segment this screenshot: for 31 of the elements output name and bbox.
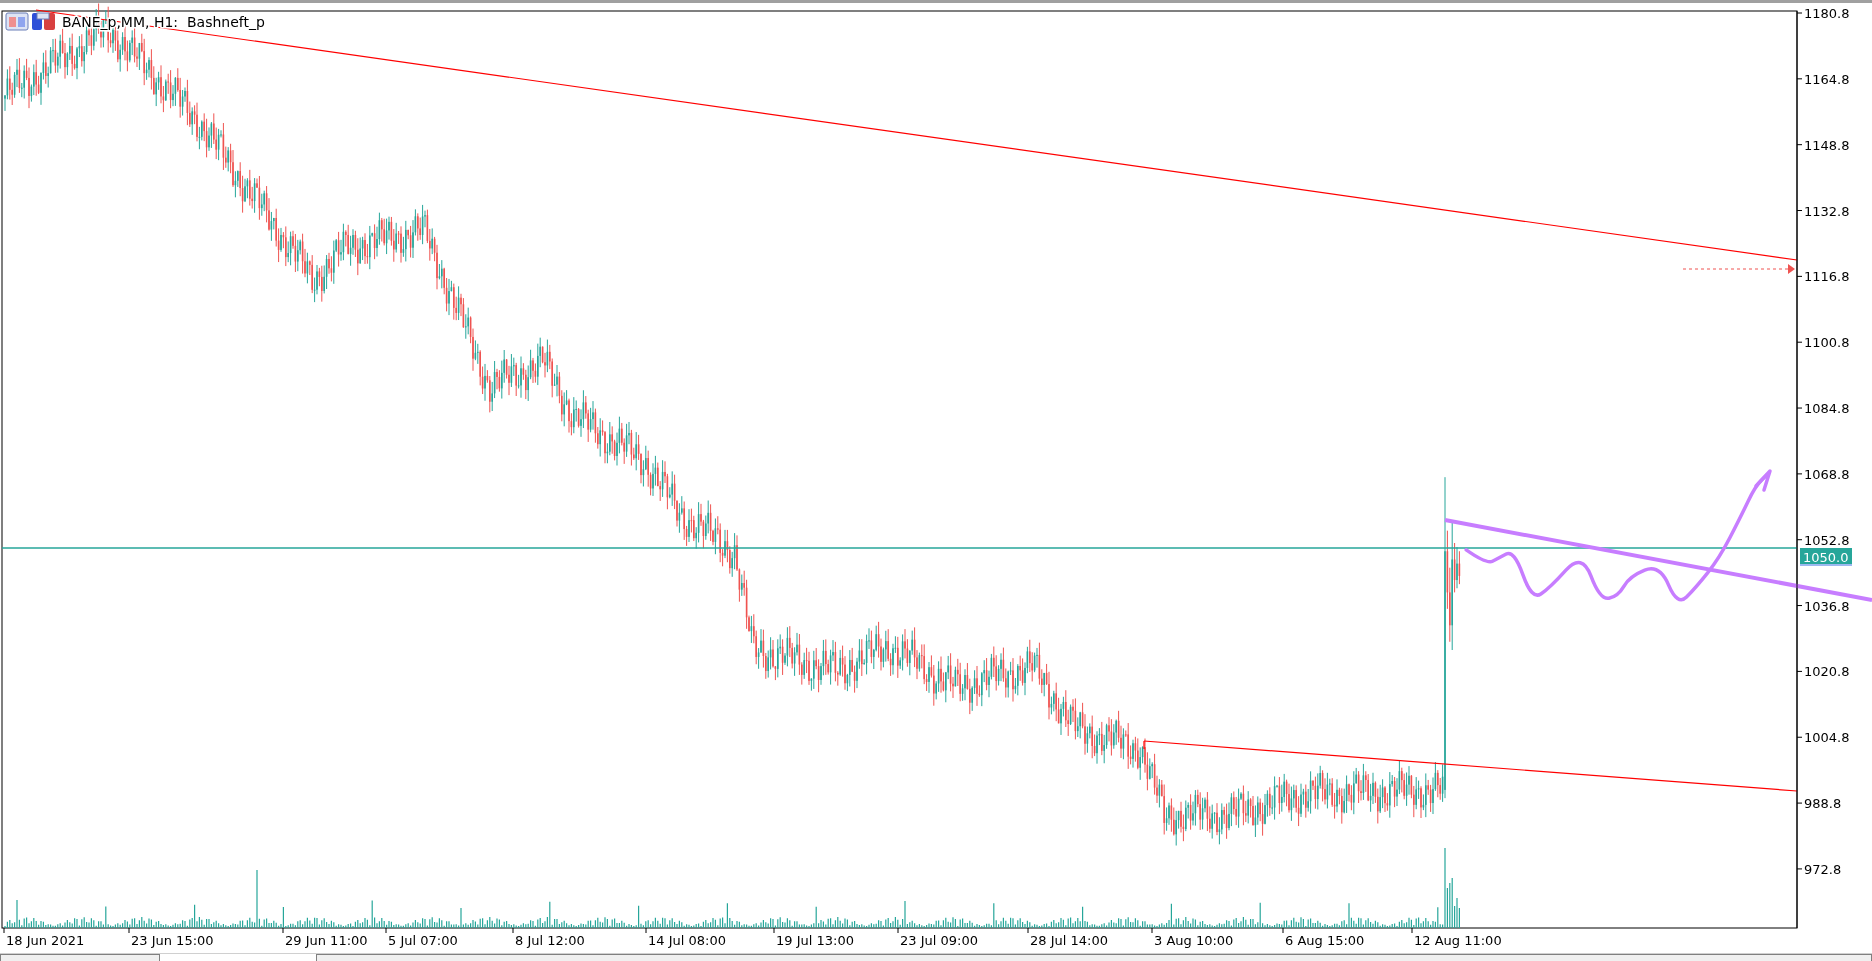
price-label: 1052.8 [1804, 532, 1850, 548]
time-label: 8 Jul 12:00 [515, 933, 585, 948]
time-label: 3 Aug 10:00 [1154, 933, 1234, 948]
time-label: 19 Jul 13:00 [776, 933, 854, 948]
price-label: 1116.8 [1804, 269, 1850, 285]
time-label: 28 Jul 14:00 [1030, 933, 1108, 948]
chart-type-icon [5, 12, 29, 31]
price-label: 988.8 [1804, 796, 1842, 812]
price-label: 1004.8 [1804, 730, 1850, 746]
price-label: 1068.8 [1804, 466, 1850, 482]
price-label: 1132.8 [1804, 203, 1850, 219]
time-label: 14 Jul 08:00 [648, 933, 726, 948]
time-label: 23 Jul 09:00 [900, 933, 978, 948]
price-label: 1164.8 [1804, 71, 1850, 87]
current-price-tag: 1050.0 [1800, 548, 1852, 566]
price-label: 1036.8 [1804, 598, 1850, 614]
time-label: 6 Aug 15:00 [1285, 933, 1365, 948]
price-label: 1100.8 [1804, 335, 1850, 351]
price-label: 1020.8 [1804, 664, 1850, 680]
time-label: 18 Jun 2021 [6, 933, 85, 948]
time-label: 29 Jun 11:00 [285, 933, 368, 948]
chart-tab[interactable] [316, 954, 1872, 961]
time-label: 12 Aug 11:00 [1414, 933, 1502, 948]
trading-icon [32, 12, 55, 30]
price-label: 972.8 [1804, 861, 1842, 877]
chart-tab[interactable] [0, 954, 160, 961]
price-label: 1084.8 [1804, 401, 1850, 417]
time-label: 5 Jul 07:00 [388, 933, 458, 948]
price-label: 1180.8 [1804, 6, 1850, 21]
price-label: 1148.8 [1804, 137, 1850, 153]
time-label: 23 Jun 15:00 [131, 933, 214, 948]
